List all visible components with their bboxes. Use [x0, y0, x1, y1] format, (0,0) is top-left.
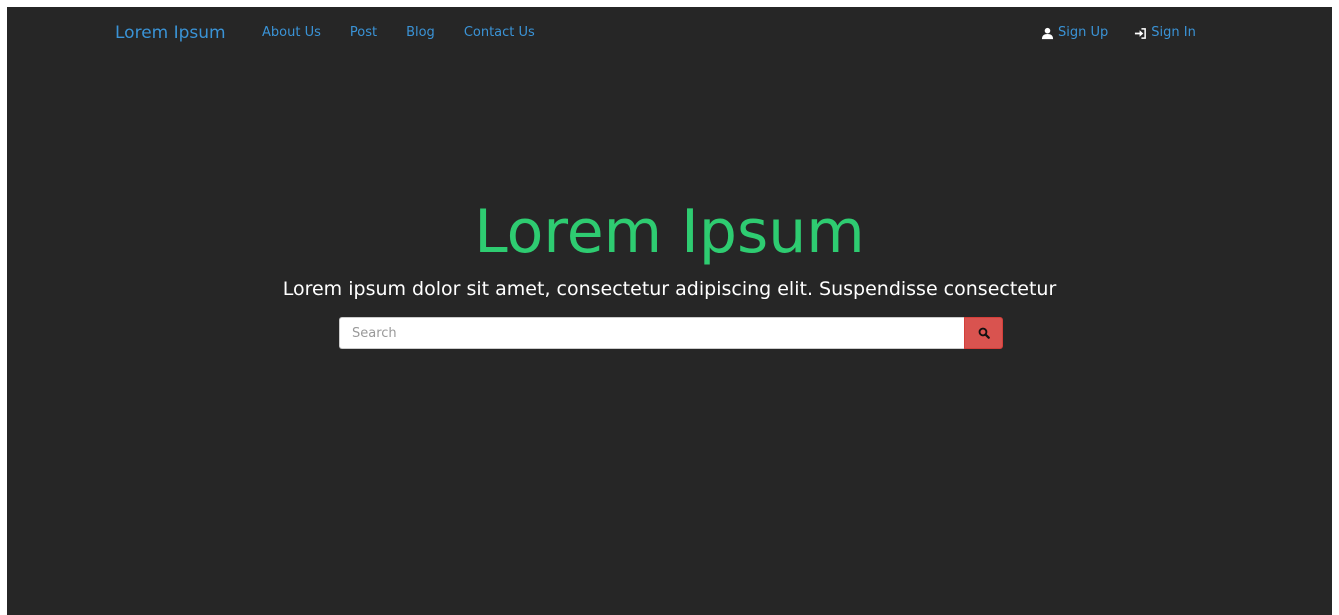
nav-link-blog[interactable]: Blog	[406, 25, 435, 41]
nav-left: About Us Post Blog Contact Us	[262, 25, 564, 41]
page-frame: Lorem Ipsum About Us Post Blog Contact U…	[7, 7, 1332, 615]
nav-link-about-us[interactable]: About Us	[262, 25, 321, 41]
sign-in-link[interactable]: Sign In	[1134, 25, 1196, 41]
search-input[interactable]	[339, 317, 964, 349]
nav-link-contact-us[interactable]: Contact Us	[464, 25, 535, 41]
user-icon	[1041, 27, 1054, 40]
brand-link[interactable]: Lorem Ipsum	[115, 23, 226, 43]
sign-up-label: Sign Up	[1058, 25, 1109, 40]
sign-in-icon	[1134, 27, 1147, 40]
nav-right: Sign Up Sign In	[1041, 25, 1222, 41]
navbar: Lorem Ipsum About Us Post Blog Contact U…	[7, 7, 1332, 59]
search-button[interactable]	[964, 317, 1003, 349]
hero-subtitle: Lorem ipsum dolor sit amet, consectetur …	[282, 278, 1057, 300]
sign-up-link[interactable]: Sign Up	[1041, 25, 1108, 41]
hero-title: Lorem Ipsum	[474, 197, 865, 267]
search-group	[339, 317, 1003, 349]
sign-in-label: Sign In	[1151, 25, 1196, 40]
search-icon	[978, 327, 990, 339]
nav-link-post[interactable]: Post	[350, 25, 377, 41]
